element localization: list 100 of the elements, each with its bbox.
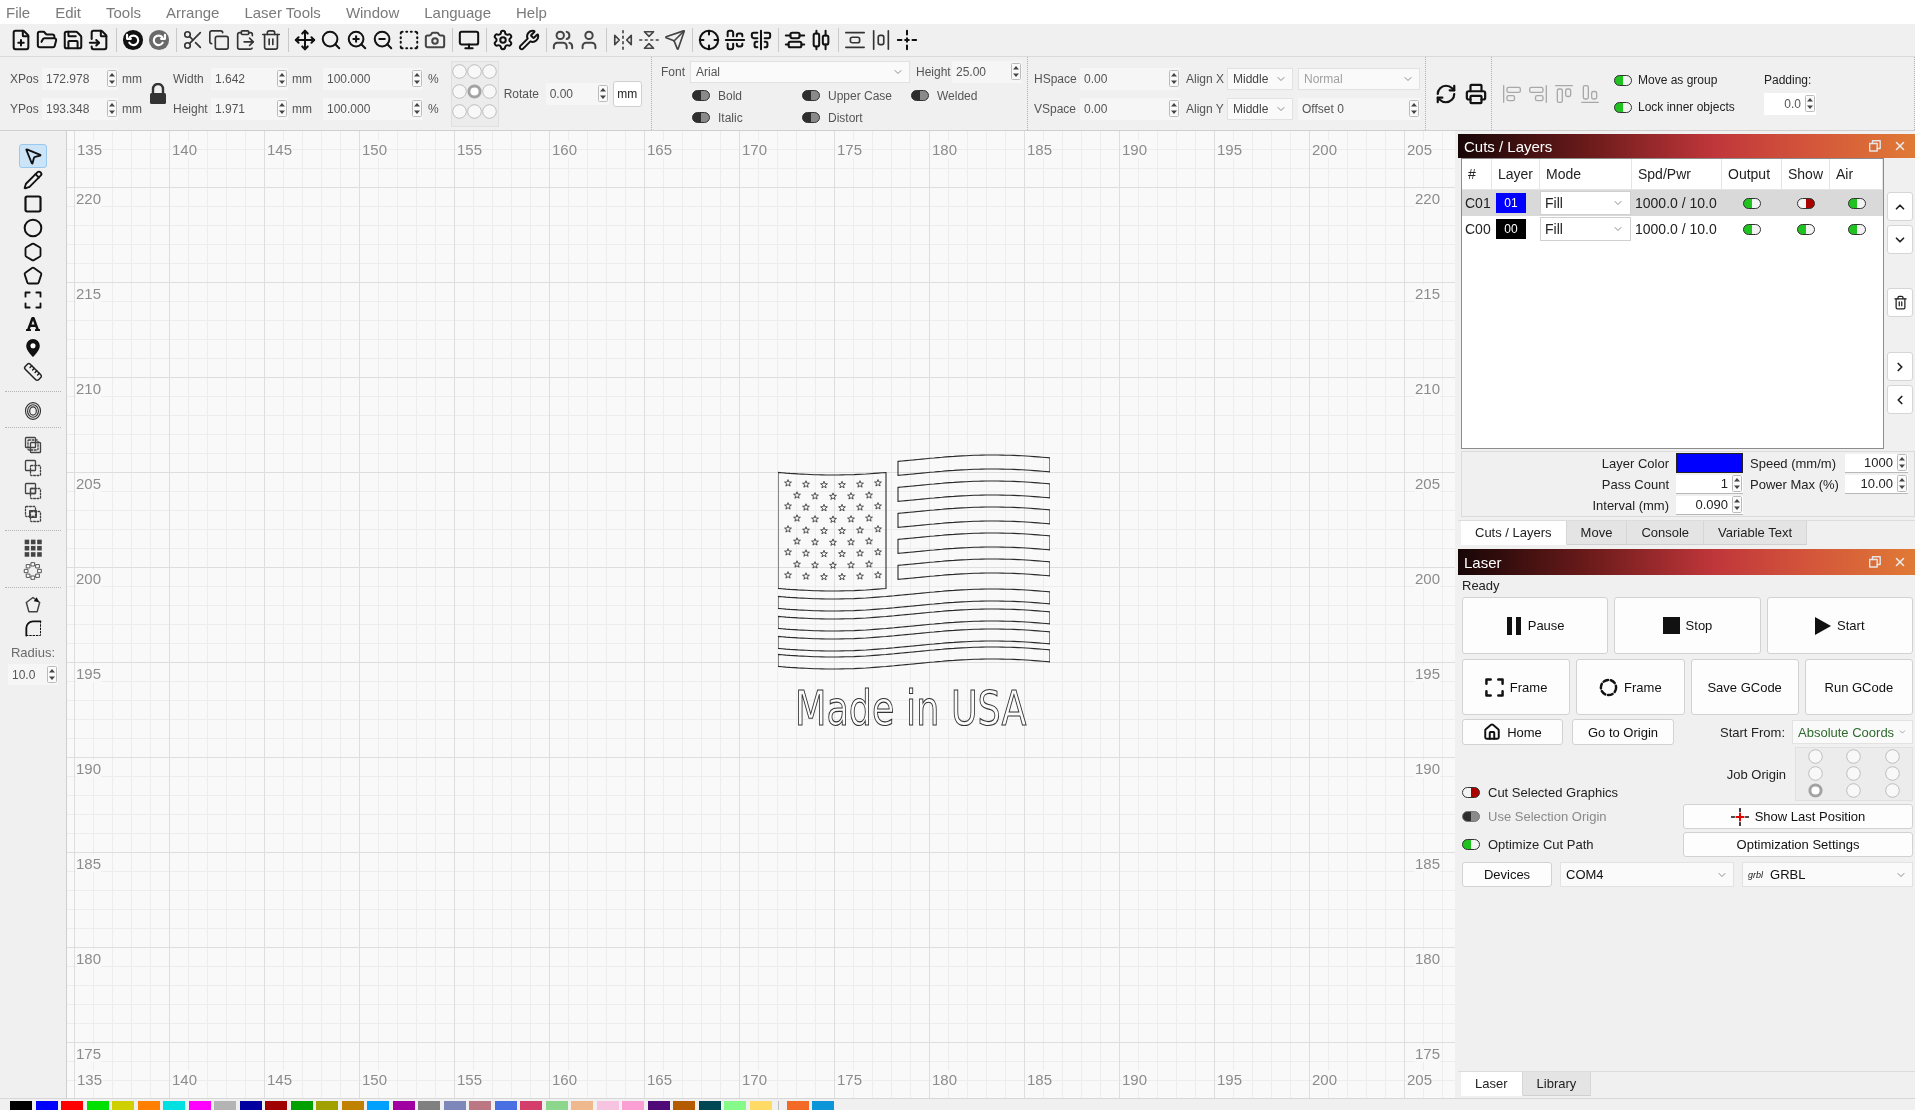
- spinner-arrows-icon[interactable]: [1897, 475, 1907, 492]
- optimization-settings-button[interactable]: Optimization Settings: [1683, 832, 1913, 857]
- people-icon[interactable]: [552, 29, 574, 51]
- radio-button[interactable]: [1846, 782, 1862, 798]
- mode-dropdown[interactable]: Fill: [1540, 217, 1631, 241]
- color-swatch[interactable]: [35, 1101, 58, 1110]
- number-field[interactable]: 1: [1676, 474, 1743, 494]
- radio-button[interactable]: [452, 103, 468, 119]
- radio-button[interactable]: [1807, 782, 1823, 798]
- spinner-arrows-icon[interactable]: [1169, 70, 1179, 87]
- show-toggle[interactable]: [1797, 197, 1815, 209]
- wrench-icon[interactable]: [518, 29, 540, 51]
- color-swatch[interactable]: [86, 1101, 109, 1110]
- radio-button[interactable]: [1807, 748, 1823, 764]
- color-swatch[interactable]: [647, 1101, 670, 1110]
- play-icon[interactable]: [1815, 616, 1832, 635]
- spinner-arrows-icon[interactable]: [1805, 95, 1815, 112]
- frame-button[interactable]: Frame: [1576, 659, 1685, 715]
- number-field[interactable]: 25.00: [952, 60, 1022, 83]
- spinner-arrows-icon[interactable]: [1732, 475, 1742, 492]
- start-from-dropdown[interactable]: Absolute Coords: [1792, 720, 1913, 744]
- color-swatch[interactable]: [622, 1101, 644, 1110]
- color-swatch[interactable]: [571, 1101, 593, 1110]
- dashed-circle-icon[interactable]: [1599, 677, 1619, 697]
- radio-button[interactable]: [482, 103, 498, 119]
- color-swatch[interactable]: [239, 1101, 262, 1110]
- gcode-button[interactable]: Run GCode: [1804, 659, 1913, 715]
- dock-tab[interactable]: Library: [1522, 1072, 1592, 1096]
- color-swatch[interactable]: [545, 1101, 568, 1110]
- toggle-switch[interactable]: [911, 90, 929, 101]
- frame-button[interactable]: Frame: [1462, 659, 1571, 715]
- panel-tab[interactable]: Move: [1566, 521, 1628, 545]
- start-button[interactable]: Start: [1766, 597, 1913, 654]
- space-vertical-icon[interactable]: [844, 29, 866, 51]
- go-to-origin-button[interactable]: Go to Origin: [1572, 719, 1674, 745]
- color-swatch[interactable]: [392, 1101, 415, 1110]
- zoom-out-icon[interactable]: [372, 29, 394, 51]
- paste-icon[interactable]: [234, 29, 256, 51]
- stop-button[interactable]: Stop: [1614, 597, 1761, 654]
- menu-item[interactable]: Window: [345, 3, 400, 21]
- dashed-cross-icon[interactable]: [896, 29, 918, 51]
- new-file-icon[interactable]: [10, 29, 32, 51]
- radio-button[interactable]: [452, 63, 468, 79]
- spinner-arrows-icon[interactable]: [277, 100, 287, 117]
- radio-button[interactable]: [467, 83, 483, 99]
- overlap-squares-icon[interactable]: [23, 480, 43, 501]
- align-dropdown[interactable]: Middle: [1227, 97, 1293, 120]
- radio-button[interactable]: [482, 63, 498, 79]
- close-icon[interactable]: [1893, 139, 1907, 153]
- menu-item[interactable]: Tools: [106, 3, 142, 21]
- color-swatch[interactable]: [520, 1101, 542, 1110]
- restore-window-icon[interactable]: [1869, 140, 1881, 152]
- toggle-switch[interactable]: [802, 90, 820, 101]
- layer-row[interactable]: C01 01 Fill 1000.0 / 10.0: [1462, 190, 1883, 216]
- distribute-vertical-icon[interactable]: [784, 29, 806, 51]
- crosshair-icon[interactable]: [698, 29, 720, 51]
- number-field[interactable]: 172.978: [42, 67, 118, 90]
- output-toggle[interactable]: [1743, 197, 1761, 209]
- color-swatch[interactable]: [1676, 453, 1743, 473]
- number-field[interactable]: 100.000: [323, 97, 423, 120]
- color-swatch[interactable]: [698, 1101, 721, 1110]
- undo-icon[interactable]: [122, 29, 144, 51]
- spinner-arrows-icon[interactable]: [107, 70, 117, 87]
- toggle-switch[interactable]: [802, 112, 820, 123]
- flip-vertical-icon[interactable]: [638, 29, 660, 51]
- color-swatch[interactable]: [214, 1101, 236, 1110]
- menu-item[interactable]: File: [6, 3, 31, 21]
- color-swatch[interactable]: [367, 1101, 389, 1110]
- color-swatch[interactable]: [673, 1101, 695, 1110]
- toggle-switch[interactable]: [1462, 839, 1480, 850]
- dock-tab[interactable]: Laser: [1461, 1072, 1523, 1096]
- device-dropdown[interactable]: grbl GRBL: [1742, 862, 1913, 887]
- space-horizontal-icon[interactable]: [870, 29, 892, 51]
- expand-button[interactable]: [1887, 352, 1913, 381]
- layer-row[interactable]: C00 00 Fill 1000.0 / 10.0: [1462, 216, 1883, 242]
- ring-of-squares-icon[interactable]: [23, 560, 43, 581]
- cycle-arrows-icon[interactable]: [1435, 82, 1457, 105]
- number-field[interactable]: 10.00: [1845, 474, 1908, 494]
- delete-layer-button[interactable]: [1887, 288, 1913, 317]
- radio-button[interactable]: [1885, 782, 1901, 798]
- color-swatch[interactable]: [469, 1101, 491, 1110]
- spinner-arrows-icon[interactable]: [107, 100, 117, 117]
- align-center-horizontal-icon[interactable]: [724, 29, 746, 51]
- color-swatch[interactable]: [290, 1101, 313, 1110]
- spinner-arrows-icon[interactable]: [1897, 454, 1907, 471]
- mode-dropdown[interactable]: Fill: [1540, 191, 1631, 215]
- spinner-arrows-icon[interactable]: [597, 85, 608, 102]
- radio-button[interactable]: [452, 83, 468, 99]
- color-swatch[interactable]: [137, 1101, 160, 1110]
- pause-icon[interactable]: [1505, 616, 1522, 635]
- menu-item[interactable]: Help: [516, 3, 547, 21]
- number-field[interactable]: 0.00: [545, 82, 609, 105]
- number-field[interactable]: 100.000: [323, 67, 423, 90]
- radio-button[interactable]: [1885, 765, 1901, 781]
- color-swatch[interactable]: [749, 1101, 772, 1110]
- radio-button[interactable]: [1807, 765, 1823, 781]
- number-field[interactable]: 0.0: [1764, 92, 1816, 115]
- concentric-rings-icon[interactable]: [23, 400, 43, 421]
- spinner-arrows-icon[interactable]: [1011, 63, 1021, 80]
- air-toggle[interactable]: [1847, 197, 1866, 209]
